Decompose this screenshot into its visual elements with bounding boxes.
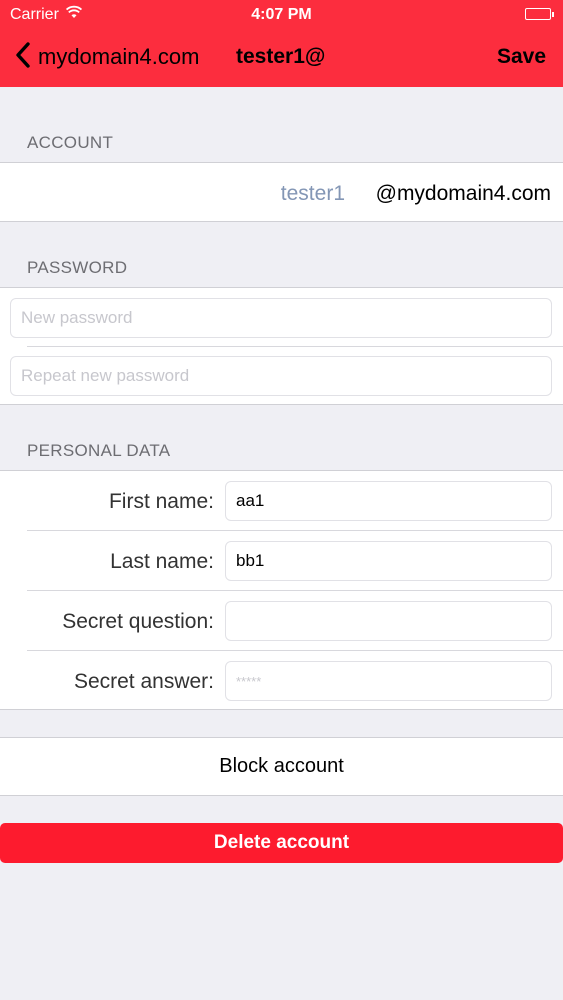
divider	[27, 346, 563, 347]
delete-account-label: Delete account	[213, 832, 350, 853]
account-domain: @mydomain4.com	[375, 182, 551, 205]
repeat-password-field[interactable]: Repeat new password	[10, 356, 552, 396]
last-name-field[interactable]: bb1	[225, 541, 552, 581]
delete-account-button[interactable]: Delete account	[0, 823, 563, 863]
account-username: tester1	[280, 182, 345, 205]
secret-answer-field[interactable]: *****	[225, 661, 552, 701]
personal-data-group: First name: aa1 Last name: bb1 Secret qu…	[0, 470, 563, 710]
status-time: 4:07 PM	[251, 6, 312, 23]
personal-section-header: PERSONAL DATA	[27, 441, 171, 460]
divider	[27, 650, 563, 651]
secret-answer-label: Secret answer:	[73, 670, 214, 693]
navigation-bar: mydomain4.com tester1@ Save	[0, 36, 563, 80]
block-account-button[interactable]: Block account	[0, 737, 563, 796]
new-password-field[interactable]: New password	[10, 298, 552, 338]
repeat-password-placeholder: Repeat new password	[21, 366, 190, 385]
divider	[27, 530, 563, 531]
page-title: tester1@	[236, 45, 326, 68]
last-name-label: Last name:	[110, 550, 214, 573]
first-name-label: First name:	[108, 490, 214, 513]
account-section-header: ACCOUNT	[27, 133, 114, 152]
back-button[interactable]: mydomain4.com	[14, 41, 200, 74]
status-bar: Carrier 4:07 PM	[0, 0, 563, 30]
top-bar: Carrier 4:07 PM mydomain4.com tester1@ S…	[0, 0, 563, 87]
block-account-label: Block account	[219, 755, 344, 777]
last-name-value: bb1	[236, 551, 265, 570]
first-name-field[interactable]: aa1	[225, 481, 552, 521]
chevron-left-icon	[14, 41, 32, 74]
secret-question-field[interactable]	[225, 601, 552, 641]
secret-answer-value: *****	[236, 673, 262, 689]
new-password-placeholder: New password	[21, 308, 133, 327]
divider	[27, 590, 563, 591]
save-button[interactable]: Save	[497, 45, 546, 69]
account-row: tester1 @mydomain4.com	[0, 162, 563, 222]
password-section-header: PASSWORD	[27, 258, 128, 277]
password-group: New password Repeat new password	[0, 287, 563, 405]
battery-icon	[525, 8, 554, 20]
back-button-label: mydomain4.com	[38, 44, 200, 69]
first-name-value: aa1	[236, 491, 265, 510]
secret-question-label: Secret question:	[62, 610, 214, 633]
